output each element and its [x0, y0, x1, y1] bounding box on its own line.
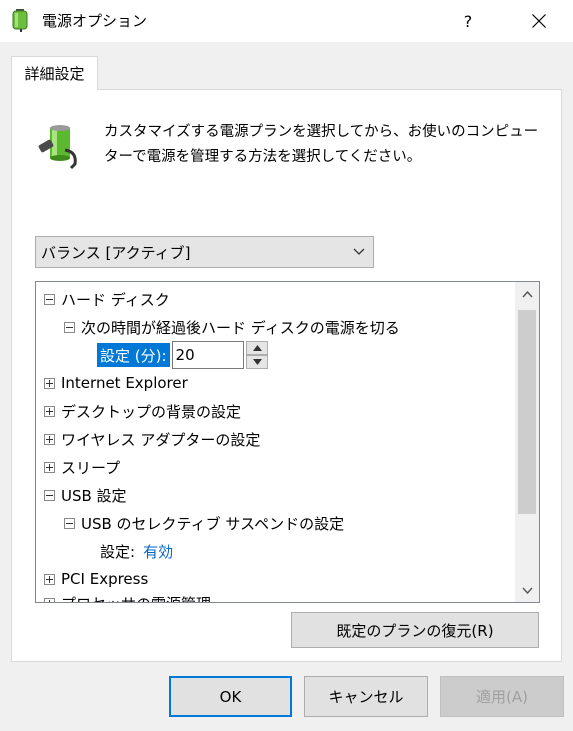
close-icon: [532, 14, 546, 28]
expand-icon[interactable]: [44, 377, 55, 389]
restore-default-plan-button[interactable]: 既定のプランの復元(R): [291, 612, 539, 648]
power-battery-icon: [12, 9, 28, 32]
tree-item-label: ハード ディスク: [61, 290, 170, 309]
battery-plug-icon: [38, 125, 77, 170]
expand-icon[interactable]: [44, 461, 55, 473]
expand-icon[interactable]: [44, 405, 55, 417]
tree-scrollbar[interactable]: [515, 282, 539, 602]
tree-item-turn-off-disk[interactable]: 次の時間が経過後ハード ディスクの電源を切る: [64, 314, 400, 340]
settings-panel: カスタマイズする電源プランを選択してから、お使いのコンピューターで電源を管理する…: [11, 89, 562, 662]
setting-label: 設定:: [100, 542, 136, 561]
title-bar: 電源オプション ?: [0, 0, 573, 42]
tree-item-wireless-adapter[interactable]: ワイヤレス アダプターの設定: [44, 426, 260, 452]
minutes-input[interactable]: 20: [171, 341, 244, 369]
tree-item-label: PCI Express: [61, 570, 149, 588]
expand-icon[interactable]: [44, 597, 55, 602]
minutes-spinner[interactable]: [245, 341, 268, 369]
scroll-down-button[interactable]: [515, 578, 539, 602]
tree-item-label: Internet Explorer: [61, 374, 188, 392]
cancel-button[interactable]: キャンセル: [304, 676, 428, 717]
help-button[interactable]: ?: [444, 0, 492, 42]
settings-tree[interactable]: ハード ディスク 次の時間が経過後ハード ディスクの電源を切る 設定 (分): …: [35, 281, 540, 603]
close-button[interactable]: [515, 0, 563, 42]
collapse-icon[interactable]: [64, 321, 75, 333]
tree-item-usb-selective-suspend[interactable]: USB のセレクティブ サスペンドの設定: [64, 510, 344, 536]
scroll-up-button[interactable]: [515, 282, 539, 306]
triangle-down-icon: [252, 359, 262, 365]
tree-item-label: デスクトップの背景の設定: [61, 402, 242, 421]
collapse-icon[interactable]: [44, 293, 55, 305]
scroll-thumb[interactable]: [518, 310, 536, 514]
collapse-icon[interactable]: [44, 489, 55, 501]
ok-button[interactable]: OK: [169, 676, 292, 717]
tree-item-processor-power[interactable]: プロセッサの電源管理: [44, 590, 211, 603]
chevron-down-icon: [353, 248, 365, 255]
expand-icon[interactable]: [44, 573, 55, 585]
tree-item-label: USB 設定: [61, 486, 127, 505]
minutes-setting-label: 設定 (分):: [97, 343, 170, 367]
tree-item-pci-express[interactable]: PCI Express: [44, 566, 148, 592]
setting-value-link[interactable]: 有効: [143, 541, 173, 562]
tree-item-internet-explorer[interactable]: Internet Explorer: [44, 370, 188, 396]
tree-item-usb-setting-value[interactable]: 設定: 有効: [100, 538, 173, 564]
tree-item-sleep[interactable]: スリープ: [44, 454, 120, 480]
chevron-up-icon: [521, 290, 533, 297]
collapse-icon[interactable]: [64, 517, 75, 529]
tree-item-label: スリープ: [61, 458, 121, 477]
expand-icon[interactable]: [44, 433, 55, 445]
description-text: カスタマイズする電源プランを選択してから、お使いのコンピューターで電源を管理する…: [104, 124, 539, 165]
spin-down-button[interactable]: [245, 355, 268, 369]
power-plan-value: バランス [アクティブ]: [41, 243, 191, 262]
chevron-down-icon: [521, 587, 533, 594]
tab-advanced-settings[interactable]: 詳細設定: [11, 56, 98, 90]
triangle-up-icon: [252, 345, 262, 351]
window-title: 電源オプション: [42, 12, 148, 30]
tree-item-hard-disk[interactable]: ハード ディスク: [44, 286, 170, 312]
tree-item-usb-settings[interactable]: USB 設定: [44, 482, 127, 508]
power-plan-select[interactable]: バランス [アクティブ]: [35, 236, 374, 268]
tree-item-label: USB のセレクティブ サスペンドの設定: [81, 514, 345, 533]
spin-up-button[interactable]: [245, 341, 268, 355]
tree-item-label: プロセッサの電源管理: [61, 593, 211, 603]
apply-button[interactable]: 適用(A): [440, 676, 564, 717]
tree-item-desktop-background[interactable]: デスクトップの背景の設定: [44, 398, 241, 424]
tree-item-label: 次の時間が経過後ハード ディスクの電源を切る: [81, 318, 400, 337]
tree-item-minutes-setting[interactable]: 設定 (分): 20: [97, 340, 268, 370]
tree-item-label: ワイヤレス アダプターの設定: [61, 430, 261, 449]
